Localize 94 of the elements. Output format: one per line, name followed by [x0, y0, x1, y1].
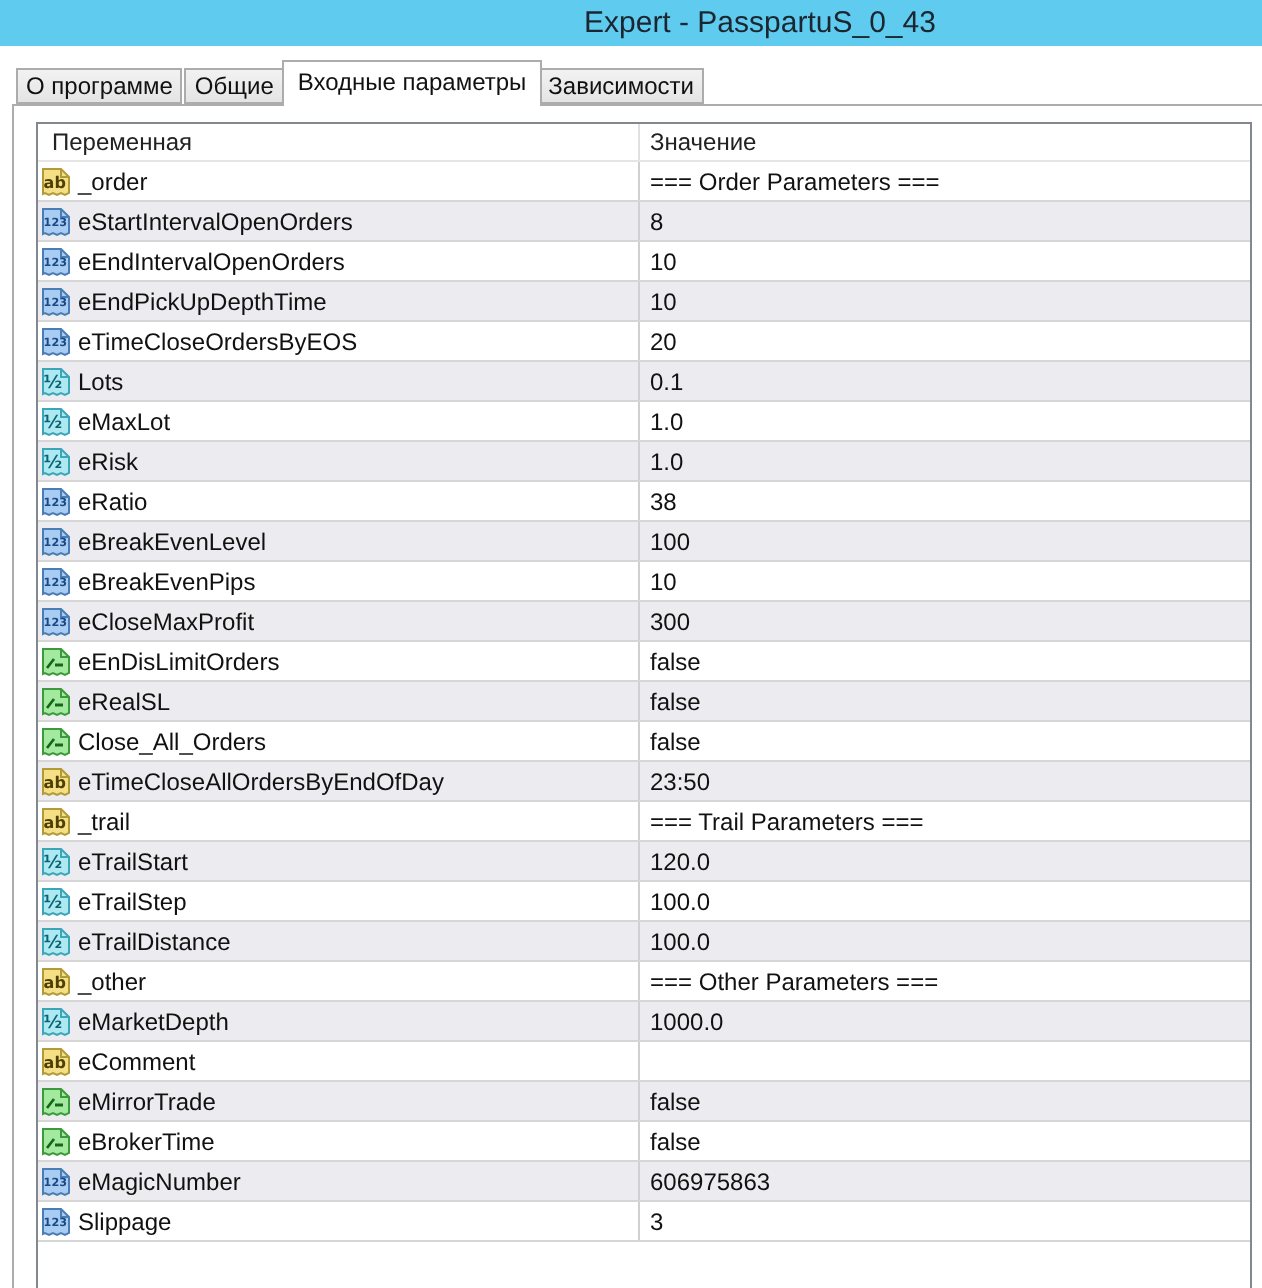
table-row[interactable]: ½ eTrailStart 120.0 [38, 842, 1250, 882]
fraction-page-icon: ½ [40, 925, 72, 957]
fraction-page-icon: ½ [40, 845, 72, 877]
variable-name: eRisk [78, 447, 139, 475]
value-cell-text: 100.0 [648, 885, 713, 919]
text-page-icon: ab [40, 165, 72, 197]
variable-name: _other [78, 967, 147, 995]
variable-name: eEndIntervalOpenOrders [78, 247, 345, 275]
fraction-page-icon: ½ [40, 365, 72, 397]
tab[interactable]: Входные параметры [281, 60, 543, 106]
table-row[interactable]: Close_All_Orders false [38, 722, 1250, 762]
variable-name: Close_All_Orders [78, 727, 267, 755]
text-page-icon: ab [40, 1045, 72, 1077]
value-cell-text: false [648, 645, 703, 679]
variable-name: eEndPickUpDepthTime [78, 287, 327, 315]
value-cell-text: 10 [648, 565, 679, 599]
table-row[interactable]: eBrokerTime false [38, 1122, 1250, 1162]
variable-name: eRatio [78, 487, 148, 515]
column-header[interactable]: Значение [640, 124, 1250, 160]
tab[interactable]: Общие [184, 68, 284, 104]
variable-name: eBrokerTime [78, 1127, 215, 1155]
value-cell-text: 38 [648, 485, 679, 519]
variable-name: eMaxLot [78, 407, 171, 435]
table-row[interactable]: ½ eTrailDistance 100.0 [38, 922, 1250, 962]
variable-name: eStartIntervalOpenOrders [78, 207, 353, 235]
fraction-page-icon: ½ [40, 1005, 72, 1037]
variable-name: eTrailStart [78, 847, 188, 875]
value-cell-text: 3 [648, 1205, 666, 1239]
value-cell-text: 0.1 [648, 365, 686, 399]
tab[interactable]: Зависимости [538, 68, 704, 104]
text-page-icon: ab [40, 765, 72, 797]
table-row[interactable]: ab eComment [38, 1042, 1250, 1082]
value-cell-text: 1.0 [648, 445, 686, 479]
line-chart-page-icon [40, 645, 72, 677]
fraction-page-icon: ½ [40, 885, 72, 917]
variable-name: eMarketDepth [78, 1007, 229, 1035]
table-row[interactable]: ab eTimeCloseAllOrdersByEndOfDay 23:50 [38, 762, 1250, 802]
value-cell-text: 1.0 [648, 405, 686, 439]
table-row[interactable]: ½ eMaxLot 1.0 [38, 402, 1250, 442]
variable-name: Lots [78, 367, 124, 395]
tab[interactable]: О программе [16, 68, 183, 104]
table-row[interactable]: ab _other === Other Parameters === [38, 962, 1250, 1002]
variable-name: eRealSL [78, 687, 171, 715]
variable-name: eMagicNumber [78, 1167, 241, 1195]
line-chart-page-icon [40, 725, 72, 757]
value-cell-text: 300 [648, 605, 693, 639]
line-chart-page-icon [40, 1125, 72, 1157]
value-cell-text: 10 [648, 245, 679, 279]
value-cell-text: false [648, 1125, 703, 1159]
value-cell-text: false [648, 1085, 703, 1119]
value-cell-text: false [648, 685, 703, 719]
text-page-icon: ab [40, 805, 72, 837]
variable-name: eCloseMaxProfit [78, 607, 255, 635]
value-cell-text: === Trail Parameters === [648, 805, 926, 839]
value-cell-text: === Other Parameters === [648, 965, 941, 999]
variable-name: eTrailStep [78, 887, 187, 915]
variable-name: Slippage [78, 1207, 172, 1235]
line-chart-page-icon [40, 1085, 72, 1117]
value-cell-text: 23:50 [648, 765, 713, 799]
value-cell-text: 606975863 [648, 1165, 773, 1199]
variable-name: eTimeCloseOrdersByEOS [78, 327, 358, 355]
value-cell-text: 100 [648, 525, 693, 559]
table-row[interactable]: ab _order === Order Parameters === [38, 162, 1250, 202]
window-title: Expert - PasspartuS_0_43 [584, 6, 936, 40]
text-page-icon: ab [40, 965, 72, 997]
table-row[interactable]: ½ eRisk 1.0 [38, 442, 1250, 482]
value-cell-text: 20 [648, 325, 679, 359]
variable-name: eEnDisLimitOrders [78, 647, 280, 675]
value-cell-text: === Order Parameters === [648, 165, 942, 199]
value-cell-text: false [648, 725, 703, 759]
value-cell-text: 1000.0 [648, 1005, 726, 1039]
variable-name: _trail [78, 807, 131, 835]
variable-name: eMirrorTrade [78, 1087, 216, 1115]
table-row[interactable]: ½ eTrailStep 100.0 [38, 882, 1250, 922]
fraction-page-icon: ½ [40, 445, 72, 477]
variable-name: _order [78, 167, 148, 195]
value-cell-text: 120.0 [648, 845, 713, 879]
variable-name: eTrailDistance [78, 927, 231, 955]
column-header[interactable]: Переменная [38, 124, 640, 160]
table-row[interactable]: ½ Lots 0.1 [38, 362, 1250, 402]
line-chart-page-icon [40, 685, 72, 717]
table-row[interactable]: eMirrorTrade false [38, 1082, 1250, 1122]
table-row[interactable]: ab _trail === Trail Parameters === [38, 802, 1250, 842]
table-row[interactable]: eRealSL false [38, 682, 1250, 722]
table-row[interactable]: eEnDisLimitOrders false [38, 642, 1250, 682]
fraction-page-icon: ½ [40, 405, 72, 437]
variable-name: eComment [78, 1047, 196, 1075]
value-cell-text: 10 [648, 285, 679, 319]
variable-name: eTimeCloseAllOrdersByEndOfDay [78, 767, 444, 795]
value-cell-text: 100.0 [648, 925, 713, 959]
variable-name: eBreakEvenPips [78, 567, 256, 595]
variable-name: eBreakEvenLevel [78, 527, 267, 555]
value-cell-text: 8 [648, 205, 666, 239]
table-row[interactable]: ½ eMarketDepth 1000.0 [38, 1002, 1250, 1042]
